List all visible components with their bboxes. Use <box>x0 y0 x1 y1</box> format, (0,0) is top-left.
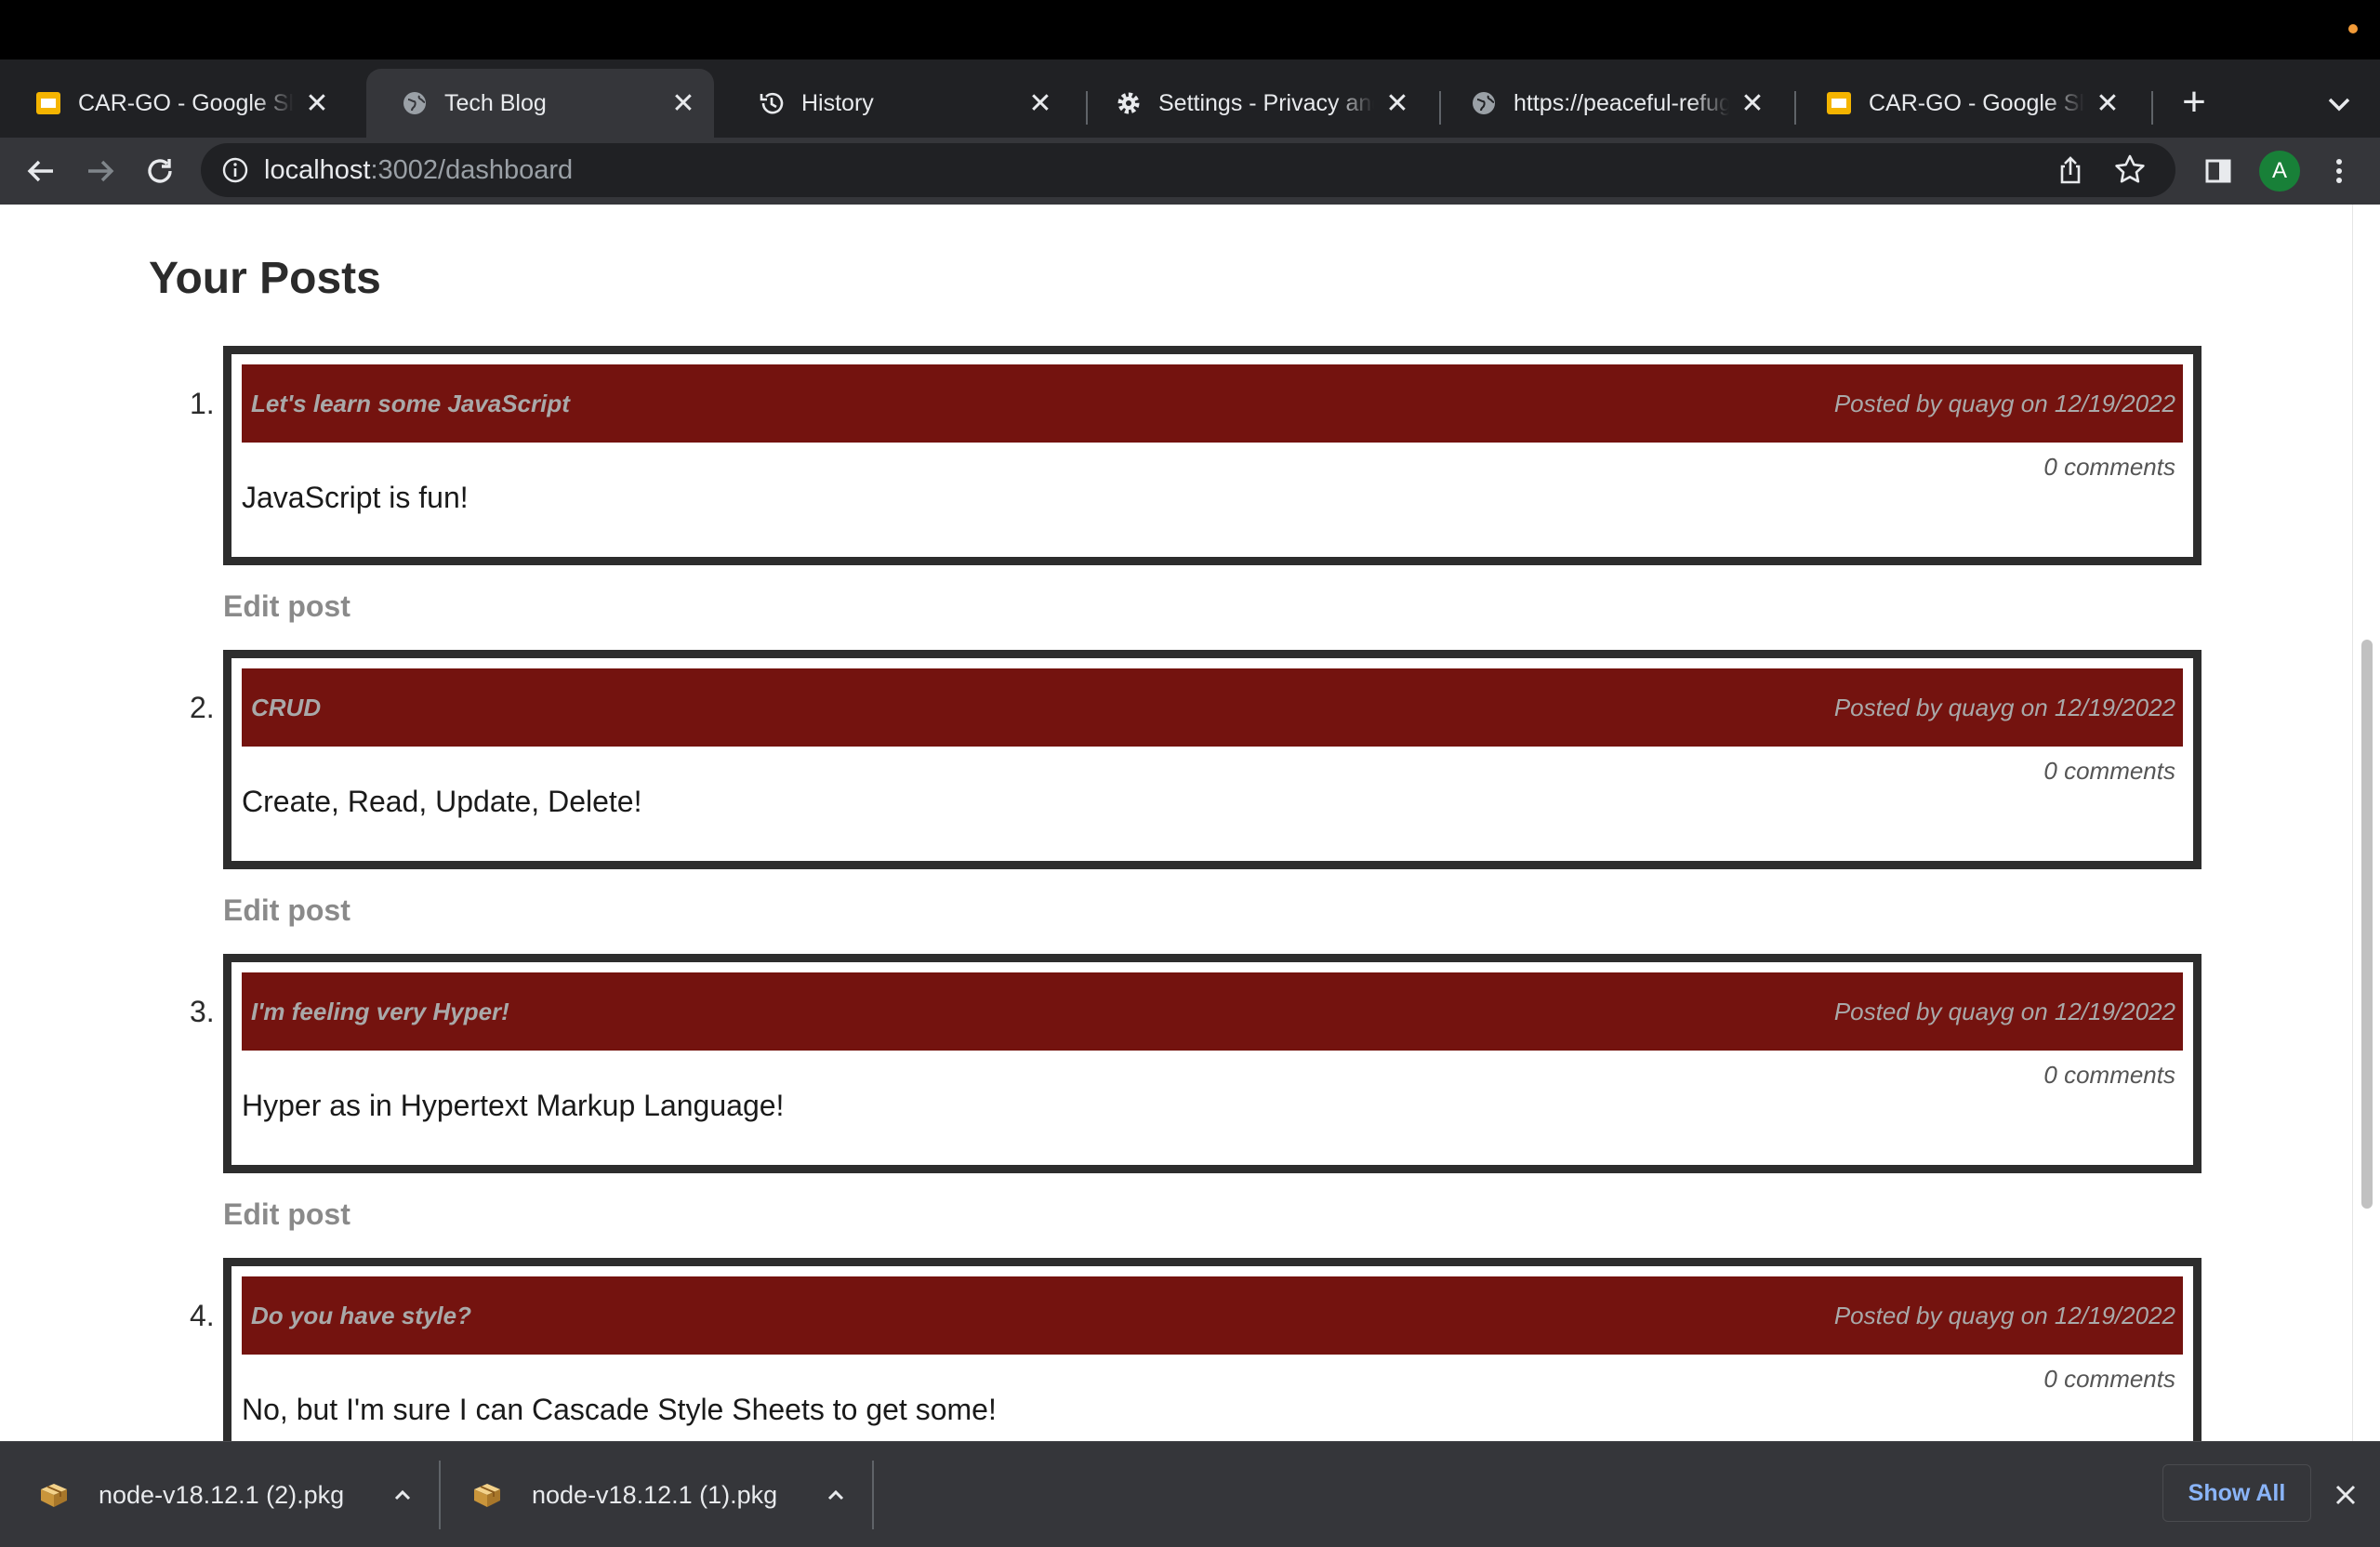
post-card: Do you have style? Posted by quayg on 12… <box>223 1258 2202 1441</box>
post-title[interactable]: I'm feeling very Hyper! <box>251 972 509 1051</box>
download-filename: node-v18.12.1 (1).pkg <box>532 1480 778 1509</box>
tab-car-go-slides-1[interactable]: CAR-GO - Google Slides ✕ <box>0 69 348 138</box>
post-comments: 0 comments <box>2043 1365 2175 1393</box>
post-title[interactable]: Let's learn some JavaScript <box>251 364 570 443</box>
tab-strip: CAR-GO - Google Slides ✕ Tech Blog ✕ His… <box>0 60 2380 138</box>
chevron-up-icon[interactable] <box>822 1481 850 1509</box>
address-bar[interactable]: localhost:3002/dashboard <box>201 143 2175 197</box>
package-icon <box>37 1478 71 1512</box>
post-title[interactable]: CRUD <box>251 668 321 747</box>
reload-icon[interactable] <box>139 151 180 192</box>
more-menu-icon[interactable] <box>2319 151 2360 192</box>
post-body: No, but I'm sure I can Cascade Style She… <box>242 1393 997 1426</box>
download-item[interactable]: node-v18.12.1 (2).pkg <box>37 1442 416 1547</box>
download-item[interactable]: node-v18.12.1 (1).pkg <box>470 1442 850 1547</box>
history-icon <box>757 88 787 118</box>
google-slides-icon <box>1824 88 1854 118</box>
post-card: I'm feeling very Hyper! Posted by quayg … <box>223 954 2202 1173</box>
close-icon[interactable]: ✕ <box>669 88 697 119</box>
tab-title: History <box>801 89 874 116</box>
post-comments: 0 comments <box>2043 757 2175 785</box>
post-title[interactable]: Do you have style? <box>251 1276 471 1355</box>
tab-tech-blog[interactable]: Tech Blog ✕ <box>366 69 714 138</box>
show-all-downloads-button[interactable]: Show All <box>2162 1464 2311 1522</box>
bookmark-star-icon[interactable] <box>2112 152 2148 188</box>
tab-title: CAR-GO - Google Slides <box>1869 89 2084 116</box>
edit-post-link[interactable]: Edit post <box>223 1197 350 1232</box>
close-icon[interactable]: ✕ <box>1739 88 1766 119</box>
close-icon[interactable]: ✕ <box>2094 88 2122 119</box>
post-header: CRUD Posted by quayg on 12/19/2022 <box>242 668 2183 747</box>
scrollbar-thumb[interactable] <box>2361 640 2373 1209</box>
post-meta: Posted by quayg on 12/19/2022 <box>1833 390 2175 417</box>
close-icon[interactable] <box>2330 1479 2361 1511</box>
post-meta: Posted by quayg on 12/19/2022 <box>1833 998 2175 1025</box>
chevron-up-icon[interactable] <box>389 1481 416 1509</box>
tab-separator <box>2151 91 2153 125</box>
post-header: I'm feeling very Hyper! Posted by quayg … <box>242 972 2183 1051</box>
back-arrow-icon[interactable] <box>20 151 61 192</box>
tab-title: Tech Blog <box>444 89 547 116</box>
package-icon <box>470 1478 504 1512</box>
url-text[interactable]: localhost:3002/dashboard <box>264 143 573 197</box>
download-separator <box>439 1461 441 1529</box>
post-card: Let's learn some JavaScript Posted by qu… <box>223 346 2202 565</box>
post-body: Hyper as in Hypertext Markup Language! <box>242 1089 785 1122</box>
globe-icon <box>1469 88 1499 118</box>
tab-car-go-slides-2[interactable]: CAR-GO - Google Slides ✕ <box>1791 69 2138 138</box>
download-filename: node-v18.12.1 (2).pkg <box>99 1480 345 1509</box>
post-header: Let's learn some JavaScript Posted by qu… <box>242 364 2183 443</box>
edit-post-link[interactable]: Edit post <box>223 893 350 928</box>
system-top-bar <box>0 0 2380 60</box>
page-content: Your Posts 1. Let's learn some JavaScrip… <box>0 205 2352 1441</box>
post-body: Create, Read, Update, Delete! <box>242 785 642 818</box>
recording-indicator-dot <box>2348 24 2358 33</box>
side-panel-icon[interactable] <box>2198 151 2239 192</box>
close-icon[interactable]: ✕ <box>1383 88 1411 119</box>
url-path: :3002/dashboard <box>370 155 574 185</box>
chevron-down-icon[interactable] <box>2320 86 2358 123</box>
post-meta: Posted by quayg on 12/19/2022 <box>1833 694 2175 721</box>
tab-settings[interactable]: Settings - Privacy and security ✕ <box>1080 69 1428 138</box>
info-icon[interactable] <box>221 156 249 184</box>
tab-history[interactable]: History ✕ <box>723 69 1071 138</box>
share-icon[interactable] <box>2055 154 2086 186</box>
tab-title: Settings - Privacy and security <box>1158 89 1374 116</box>
gear-icon <box>1114 88 1144 118</box>
new-tab-plus-icon[interactable]: + <box>2175 82 2213 123</box>
forward-arrow-icon[interactable] <box>80 151 121 192</box>
post-comments: 0 comments <box>2043 453 2175 481</box>
tab-peaceful-refuge[interactable]: https://peaceful-refuge ✕ <box>1435 69 1783 138</box>
page-title: Your Posts <box>149 254 381 303</box>
profile-avatar[interactable]: A <box>2259 151 2300 192</box>
close-icon[interactable]: ✕ <box>303 88 331 119</box>
post-meta: Posted by quayg on 12/19/2022 <box>1833 1302 2175 1329</box>
tab-title: https://peaceful-refuge <box>1514 89 1729 116</box>
url-host: localhost <box>264 155 371 185</box>
page-scrollbar[interactable] <box>2352 205 2380 1441</box>
edit-post-link[interactable]: Edit post <box>223 589 350 624</box>
download-separator <box>872 1461 874 1529</box>
post-body: JavaScript is fun! <box>242 481 469 514</box>
globe-icon <box>400 88 430 118</box>
post-comments: 0 comments <box>2043 1061 2175 1089</box>
tab-title: CAR-GO - Google Slides <box>78 89 294 116</box>
post-card: CRUD Posted by quayg on 12/19/2022 0 com… <box>223 650 2202 869</box>
download-shelf: node-v18.12.1 (2).pkg node-v18.12.1 (1).… <box>0 1441 2380 1547</box>
close-icon[interactable]: ✕ <box>1026 88 1054 119</box>
google-slides-icon <box>33 88 63 118</box>
browser-toolbar: localhost:3002/dashboard A <box>0 138 2380 205</box>
post-header: Do you have style? Posted by quayg on 12… <box>242 1276 2183 1355</box>
